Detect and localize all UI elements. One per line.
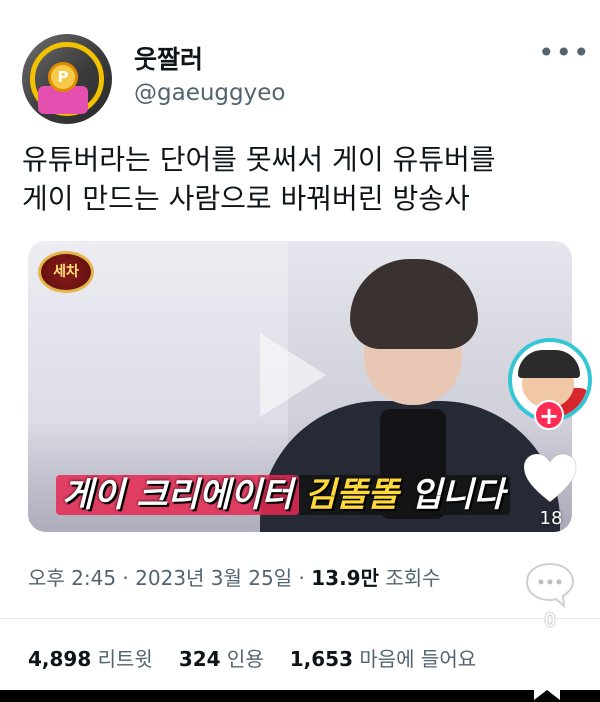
retweets-value: 4,898	[28, 647, 92, 671]
retweets-label: 리트윗	[91, 647, 153, 671]
quotes-value: 324	[178, 647, 221, 671]
views-label: 조회수	[378, 566, 441, 590]
more-options-icon[interactable]: •••	[538, 36, 591, 69]
video-caption: 게이 크리에이터 김똘똘 입니다	[56, 469, 526, 521]
follow-plus-button[interactable]: +	[534, 400, 564, 430]
likes-value: 1,653	[289, 647, 354, 671]
tweet-text: 유튜버라는 단어를 못써서 게이 유튜버를 게이 만드는 사람으로 바꿔버린 방…	[22, 140, 582, 218]
tweet-time[interactable]: 오후 2:45	[28, 566, 116, 590]
tweet-stats: 4,898 리트윗 324 인용 1,653 마음에 들어요	[28, 643, 476, 672]
person-hair	[350, 259, 478, 349]
bottom-bar	[0, 690, 600, 702]
caption-part-1: 게이 크리에이터	[56, 475, 299, 515]
tweet-date[interactable]: 2023년 3월 25일	[135, 566, 292, 590]
author-display-name[interactable]: 웃짤러	[134, 40, 203, 76]
meta-separator: ·	[116, 566, 136, 590]
likes-label: 마음에 들어요	[353, 647, 477, 671]
comment-count: 0	[544, 610, 556, 631]
meta-separator: ·	[292, 566, 312, 590]
play-icon[interactable]	[260, 333, 326, 417]
quotes-stat[interactable]: 324 인용	[179, 647, 264, 671]
tweet-meta: 오후 2:45 · 2023년 3월 25일 · 13.9만 조회수	[28, 562, 441, 591]
comment-icon[interactable]	[524, 560, 576, 608]
divider	[0, 618, 600, 619]
creator-hair	[518, 350, 580, 378]
show-logo: 세차	[38, 251, 94, 293]
author-avatar[interactable]: P	[22, 34, 112, 124]
author-handle[interactable]: @gaeuggyeo	[134, 80, 285, 106]
bookmark-icon[interactable]	[532, 664, 562, 702]
video-media[interactable]: 세차 게이 크리에이터 김똘똘 입니다	[28, 241, 572, 532]
coin-icon: P	[48, 62, 78, 92]
views-value: 13.9만	[311, 566, 379, 590]
caption-part-3: 입니다	[404, 475, 511, 515]
tweet-line-1: 유튜버라는 단어를 못써서 게이 유튜버를	[22, 143, 496, 176]
like-count: 18	[539, 508, 563, 529]
quotes-label: 인용	[220, 647, 264, 671]
caption-part-2: 김똘똘	[298, 475, 405, 515]
retweets-stat[interactable]: 4,898 리트윗	[28, 647, 153, 671]
tweet-line-2: 게이 만드는 사람으로 바꿔버린 방송사	[22, 182, 470, 215]
heart-icon[interactable]	[522, 452, 578, 504]
likes-stat[interactable]: 1,653 마음에 들어요	[290, 647, 476, 671]
